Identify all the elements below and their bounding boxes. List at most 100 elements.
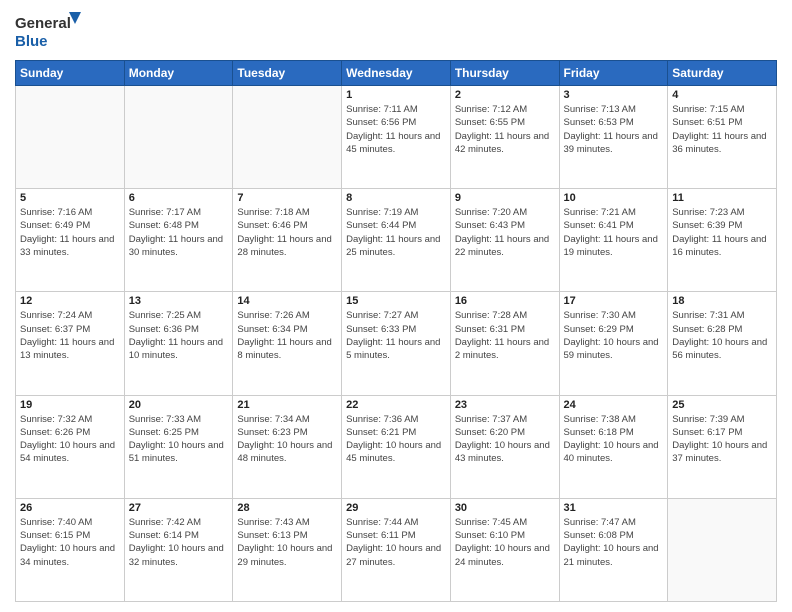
day-number: 9 xyxy=(455,192,555,204)
calendar-cell: 5 Sunrise: 7:16 AM Sunset: 6:49 PM Daylig… xyxy=(16,189,125,292)
calendar-cell: 19 Sunrise: 7:32 AM Sunset: 6:26 PM Dayli… xyxy=(16,395,125,498)
day-info: Sunrise: 7:42 AM Sunset: 6:14 PM Dayligh… xyxy=(129,516,229,569)
day-header-thursday: Thursday xyxy=(450,61,559,86)
logo: GeneralBlue xyxy=(15,10,85,52)
calendar-cell: 14Sunrise: 7:26 AM Sunset: 6:34 PM Dayli… xyxy=(233,292,342,395)
calendar-cell: 7 Sunrise: 7:18 AM Sunset: 6:46 PM Daylig… xyxy=(233,189,342,292)
calendar-cell: 17 Sunrise: 7:30 AM Sunset: 6:29 PM Dayli… xyxy=(559,292,668,395)
day-number: 30 xyxy=(455,502,555,514)
day-header-friday: Friday xyxy=(559,61,668,86)
day-info: Sunrise: 7:23 AM Sunset: 6:39 PM Dayligh… xyxy=(672,206,772,259)
calendar-cell: 26 Sunrise: 7:40 AM Sunset: 6:15 PM Dayli… xyxy=(16,498,125,601)
calendar-cell: 3Sunrise: 7:13 AM Sunset: 6:53 PM Daylig… xyxy=(559,86,668,189)
calendar-week-4: 19 Sunrise: 7:32 AM Sunset: 6:26 PM Dayli… xyxy=(16,395,777,498)
calendar-cell: 23Sunrise: 7:37 AM Sunset: 6:20 PM Dayli… xyxy=(450,395,559,498)
day-number: 17 xyxy=(564,295,664,307)
calendar-cell: 20 Sunrise: 7:33 AM Sunset: 6:25 PM Dayli… xyxy=(124,395,233,498)
day-number: 5 xyxy=(20,192,120,204)
day-info: Sunrise: 7:33 AM Sunset: 6:25 PM Dayligh… xyxy=(129,413,229,466)
day-info: Sunrise: 7:34 AM Sunset: 6:23 PM Dayligh… xyxy=(237,413,337,466)
day-info: Sunrise: 7:31 AM Sunset: 6:28 PM Dayligh… xyxy=(672,309,772,362)
day-info: Sunrise: 7:47 AM Sunset: 6:08 PM Dayligh… xyxy=(564,516,664,569)
svg-text:General: General xyxy=(15,15,71,32)
day-number: 3 xyxy=(564,89,664,101)
calendar-cell: 25 Sunrise: 7:39 AM Sunset: 6:17 PM Dayli… xyxy=(668,395,777,498)
day-number: 26 xyxy=(20,502,120,514)
page: GeneralBlue SundayMondayTuesdayWednesday… xyxy=(0,0,792,612)
day-info: Sunrise: 7:21 AM Sunset: 6:41 PM Dayligh… xyxy=(564,206,664,259)
calendar-cell: 15Sunrise: 7:27 AM Sunset: 6:33 PM Dayli… xyxy=(342,292,451,395)
day-info: Sunrise: 7:43 AM Sunset: 6:13 PM Dayligh… xyxy=(237,516,337,569)
calendar-cell: 10 Sunrise: 7:21 AM Sunset: 6:41 PM Dayli… xyxy=(559,189,668,292)
day-info: Sunrise: 7:16 AM Sunset: 6:49 PM Dayligh… xyxy=(20,206,120,259)
calendar-cell: 31Sunrise: 7:47 AM Sunset: 6:08 PM Dayli… xyxy=(559,498,668,601)
calendar-cell: 16Sunrise: 7:28 AM Sunset: 6:31 PM Dayli… xyxy=(450,292,559,395)
calendar-table: SundayMondayTuesdayWednesdayThursdayFrid… xyxy=(15,60,777,602)
calendar-cell xyxy=(16,86,125,189)
day-info: Sunrise: 7:32 AM Sunset: 6:26 PM Dayligh… xyxy=(20,413,120,466)
day-header-sunday: Sunday xyxy=(16,61,125,86)
day-number: 21 xyxy=(237,399,337,411)
day-number: 8 xyxy=(346,192,446,204)
day-number: 14 xyxy=(237,295,337,307)
day-info: Sunrise: 7:40 AM Sunset: 6:15 PM Dayligh… xyxy=(20,516,120,569)
day-info: Sunrise: 7:18 AM Sunset: 6:46 PM Dayligh… xyxy=(237,206,337,259)
header: GeneralBlue xyxy=(15,10,777,52)
day-number: 24 xyxy=(564,399,664,411)
calendar-cell: 1 Sunrise: 7:11 AM Sunset: 6:56 PM Daylig… xyxy=(342,86,451,189)
day-header-wednesday: Wednesday xyxy=(342,61,451,86)
day-info: Sunrise: 7:11 AM Sunset: 6:56 PM Dayligh… xyxy=(346,103,446,156)
calendar-header-row: SundayMondayTuesdayWednesdayThursdayFrid… xyxy=(16,61,777,86)
calendar-cell: 13Sunrise: 7:25 AM Sunset: 6:36 PM Dayli… xyxy=(124,292,233,395)
calendar-cell: 9 Sunrise: 7:20 AM Sunset: 6:43 PM Daylig… xyxy=(450,189,559,292)
day-info: Sunrise: 7:24 AM Sunset: 6:37 PM Dayligh… xyxy=(20,309,120,362)
day-number: 10 xyxy=(564,192,664,204)
day-number: 18 xyxy=(672,295,772,307)
day-number: 28 xyxy=(237,502,337,514)
day-header-tuesday: Tuesday xyxy=(233,61,342,86)
day-info: Sunrise: 7:17 AM Sunset: 6:48 PM Dayligh… xyxy=(129,206,229,259)
day-number: 6 xyxy=(129,192,229,204)
day-number: 12 xyxy=(20,295,120,307)
calendar-week-2: 5 Sunrise: 7:16 AM Sunset: 6:49 PM Daylig… xyxy=(16,189,777,292)
day-number: 4 xyxy=(672,89,772,101)
day-number: 25 xyxy=(672,399,772,411)
calendar-cell: 22Sunrise: 7:36 AM Sunset: 6:21 PM Dayli… xyxy=(342,395,451,498)
logo-svg: GeneralBlue xyxy=(15,10,85,52)
calendar-cell: 4Sunrise: 7:15 AM Sunset: 6:51 PM Daylig… xyxy=(668,86,777,189)
calendar-week-3: 12 Sunrise: 7:24 AM Sunset: 6:37 PM Dayli… xyxy=(16,292,777,395)
calendar-cell: 11Sunrise: 7:23 AM Sunset: 6:39 PM Dayli… xyxy=(668,189,777,292)
calendar-cell: 29 Sunrise: 7:44 AM Sunset: 6:11 PM Dayli… xyxy=(342,498,451,601)
day-number: 1 xyxy=(346,89,446,101)
day-number: 15 xyxy=(346,295,446,307)
calendar-cell: 2 Sunrise: 7:12 AM Sunset: 6:55 PM Daylig… xyxy=(450,86,559,189)
calendar-cell: 30 Sunrise: 7:45 AM Sunset: 6:10 PM Dayli… xyxy=(450,498,559,601)
day-info: Sunrise: 7:37 AM Sunset: 6:20 PM Dayligh… xyxy=(455,413,555,466)
calendar-cell: 8 Sunrise: 7:19 AM Sunset: 6:44 PM Daylig… xyxy=(342,189,451,292)
calendar-cell: 12 Sunrise: 7:24 AM Sunset: 6:37 PM Dayli… xyxy=(16,292,125,395)
calendar-cell xyxy=(233,86,342,189)
calendar-cell xyxy=(124,86,233,189)
calendar-week-1: 1 Sunrise: 7:11 AM Sunset: 6:56 PM Daylig… xyxy=(16,86,777,189)
day-info: Sunrise: 7:45 AM Sunset: 6:10 PM Dayligh… xyxy=(455,516,555,569)
day-number: 7 xyxy=(237,192,337,204)
day-number: 27 xyxy=(129,502,229,514)
day-number: 19 xyxy=(20,399,120,411)
day-info: Sunrise: 7:12 AM Sunset: 6:55 PM Dayligh… xyxy=(455,103,555,156)
day-number: 29 xyxy=(346,502,446,514)
day-info: Sunrise: 7:19 AM Sunset: 6:44 PM Dayligh… xyxy=(346,206,446,259)
day-info: Sunrise: 7:44 AM Sunset: 6:11 PM Dayligh… xyxy=(346,516,446,569)
svg-text:Blue: Blue xyxy=(15,33,48,50)
day-info: Sunrise: 7:28 AM Sunset: 6:31 PM Dayligh… xyxy=(455,309,555,362)
day-info: Sunrise: 7:39 AM Sunset: 6:17 PM Dayligh… xyxy=(672,413,772,466)
day-info: Sunrise: 7:20 AM Sunset: 6:43 PM Dayligh… xyxy=(455,206,555,259)
calendar-cell: 18 Sunrise: 7:31 AM Sunset: 6:28 PM Dayli… xyxy=(668,292,777,395)
calendar-cell: 28 Sunrise: 7:43 AM Sunset: 6:13 PM Dayli… xyxy=(233,498,342,601)
day-header-monday: Monday xyxy=(124,61,233,86)
day-info: Sunrise: 7:30 AM Sunset: 6:29 PM Dayligh… xyxy=(564,309,664,362)
calendar-cell: 21 Sunrise: 7:34 AM Sunset: 6:23 PM Dayli… xyxy=(233,395,342,498)
calendar-week-5: 26 Sunrise: 7:40 AM Sunset: 6:15 PM Dayli… xyxy=(16,498,777,601)
day-number: 2 xyxy=(455,89,555,101)
day-info: Sunrise: 7:25 AM Sunset: 6:36 PM Dayligh… xyxy=(129,309,229,362)
day-number: 20 xyxy=(129,399,229,411)
